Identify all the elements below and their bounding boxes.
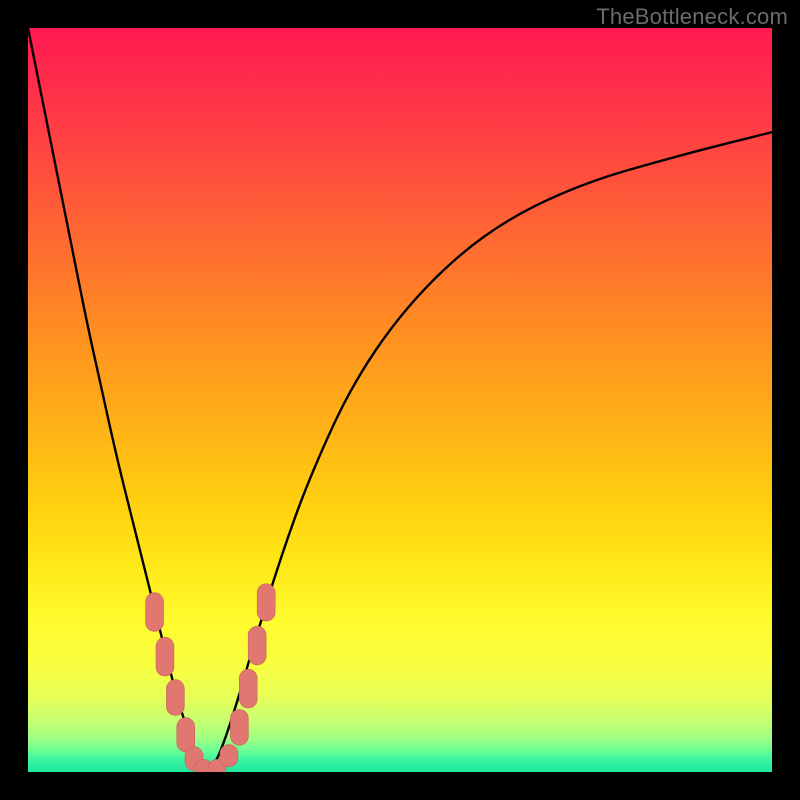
curve-marker — [257, 584, 275, 621]
chart-svg — [28, 28, 772, 772]
watermark-text: TheBottleneck.com — [596, 4, 788, 30]
curve-marker — [146, 593, 164, 632]
curve-marker — [156, 637, 174, 676]
curve-marker — [230, 710, 248, 746]
curve-marker — [220, 745, 238, 767]
curve-marker — [166, 680, 184, 716]
curve-marker — [239, 669, 257, 708]
curve-markers — [146, 584, 276, 772]
chart-frame — [28, 28, 772, 772]
bottleneck-curve — [28, 28, 772, 767]
curve-marker — [248, 626, 266, 665]
